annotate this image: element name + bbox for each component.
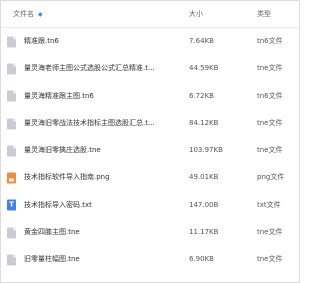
document-icon	[7, 227, 16, 239]
file-type: tne文件	[257, 64, 283, 73]
file-row[interactable]: 黄金四膝主图.tne 11.17KB tne文件	[1, 219, 299, 246]
file-size: 6.90KB	[189, 255, 214, 264]
file-size: 84.12KB	[189, 118, 219, 127]
file-type: tne文件	[257, 146, 283, 155]
document-icon	[7, 118, 16, 130]
column-header-type[interactable]: 类型	[257, 1, 271, 27]
file-type: tne文件	[257, 228, 283, 237]
file-name[interactable]: 技术指标软件导入指南.png	[24, 164, 184, 191]
file-type: tn6文件	[257, 91, 283, 100]
document-icon	[7, 63, 16, 75]
file-row[interactable]: 技术指标软件导入指南.png 49.01KB png文件	[1, 164, 299, 191]
file-size: 103.97KB	[189, 146, 223, 155]
file-name[interactable]: 量灵海旧零战法技术指标主图选股汇总.t...	[24, 110, 184, 137]
document-icon	[7, 145, 16, 157]
file-size: 44.59KB	[189, 64, 219, 73]
column-header-name-label: 文件名	[13, 10, 34, 18]
file-row[interactable]: 量灵海老师主图公式选股公式汇总精准.t... 44.59KB tne文件	[1, 55, 299, 82]
file-name[interactable]: 黄金四膝主图.tne	[24, 219, 184, 246]
file-row[interactable]: 量灵海精准跟主图.tn6 6.72KB tn6文件	[1, 83, 299, 110]
file-row[interactable]: 旧零量柱幅图.tne 6.90KB tne文件	[1, 246, 299, 273]
document-icon	[7, 36, 16, 48]
sort-arrow-icon[interactable]: ◆	[38, 11, 43, 18]
file-row[interactable]: 量灵海旧零战法技术指标主图选股汇总.t... 84.12KB tne文件	[1, 110, 299, 137]
file-name[interactable]: 技术指标导入密码.txt	[24, 192, 184, 219]
file-name[interactable]: 量灵海旧零擒庄选股.tne	[24, 137, 184, 164]
column-header-size[interactable]: 大小	[189, 1, 203, 27]
file-size: 7.64KB	[189, 37, 214, 45]
file-name[interactable]: 旧零量柱幅图.tne	[24, 246, 184, 273]
file-type: tne文件	[257, 118, 283, 127]
text-file-icon: T	[7, 199, 16, 211]
file-size: 49.01KB	[189, 173, 219, 182]
file-rows: 精准跟.tn6 7.64KB tn6文件 量灵海老师主图公式选股公式汇总精准.t…	[1, 28, 299, 274]
file-name[interactable]: 量灵海精准跟主图.tn6	[24, 83, 184, 110]
file-size: 11.17KB	[189, 228, 219, 237]
file-type: tne文件	[257, 255, 283, 264]
image-file-icon	[7, 172, 16, 184]
file-list-header: 文件名 ◆ 大小 类型	[1, 1, 299, 28]
file-row[interactable]: T 技术指标导入密码.txt 147.00B txt文件	[1, 192, 299, 219]
file-name[interactable]: 量灵海老师主图公式选股公式汇总精准.t...	[24, 55, 184, 82]
file-name[interactable]: 精准跟.tn6	[24, 28, 184, 55]
file-type: txt文件	[257, 200, 281, 209]
file-list-panel: 文件名 ◆ 大小 类型 精准跟.tn6 7.64KB tn6文件 量灵海老师主图公…	[0, 0, 300, 283]
file-type: tn6文件	[257, 37, 283, 45]
file-row[interactable]: 量灵海旧零擒庄选股.tne 103.97KB tne文件	[1, 137, 299, 164]
document-icon	[7, 254, 16, 266]
file-type: png文件	[257, 173, 285, 182]
document-icon	[7, 90, 16, 102]
column-header-name[interactable]: 文件名 ◆	[13, 1, 43, 27]
file-size: 147.00B	[189, 200, 219, 209]
file-size: 6.72KB	[189, 91, 214, 100]
file-row[interactable]: 精准跟.tn6 7.64KB tn6文件	[1, 28, 299, 55]
